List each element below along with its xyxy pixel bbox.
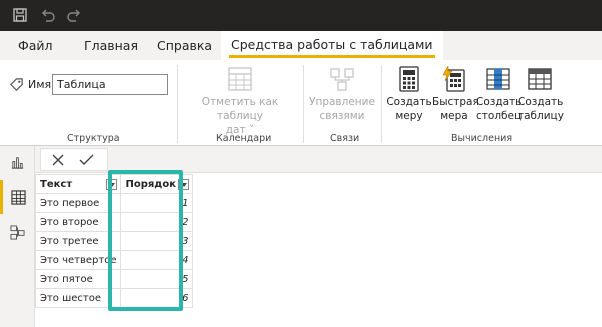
new-measure-button[interactable]: Создать меру	[386, 66, 432, 123]
table-row: Это четвертое 4	[34, 250, 194, 270]
column-header-order[interactable]: Порядок	[120, 174, 194, 194]
new-table-icon	[528, 68, 552, 90]
cell-order[interactable]: 2	[120, 212, 194, 232]
tag-icon	[10, 78, 23, 91]
undo-icon[interactable]	[40, 7, 56, 23]
table-header-row: Текст Порядок	[34, 174, 194, 194]
cell-text[interactable]: Это третее	[34, 231, 122, 251]
quick-measure-line2: мера	[440, 110, 468, 122]
ribbon-separator	[381, 65, 382, 143]
cell-order[interactable]: 1	[120, 193, 194, 213]
calculator-icon	[399, 66, 419, 92]
group-label-calendars: Календари	[216, 133, 272, 144]
ribbon-separator	[177, 65, 178, 143]
manage-relationships-button[interactable]: Управление связями	[306, 66, 378, 123]
ribbon-tabs: Файл Главная Справка Средства работы с т…	[0, 31, 602, 60]
cell-order[interactable]: 6	[120, 288, 194, 308]
data-view: Текст Порядок Это первое 1 Это второе 2 …	[34, 146, 602, 327]
filter-dropdown-icon[interactable]	[106, 179, 118, 190]
manage-label-line1: Управление	[309, 96, 375, 108]
column-header-text[interactable]: Текст	[34, 174, 122, 194]
ribbon-separator	[303, 65, 304, 143]
new-column-icon	[486, 68, 510, 90]
cell-text[interactable]: Это первое	[34, 193, 122, 213]
new-table-button[interactable]: Создать таблицу	[518, 66, 564, 123]
title-bar	[0, 0, 602, 31]
formula-bar	[35, 146, 602, 173]
column-header-label: Текст	[40, 178, 73, 190]
new-table-line1: Создать	[518, 96, 564, 108]
group-label-calculations: Вычисления	[451, 133, 513, 144]
quick-measure-button[interactable]: Быстрая мера	[432, 66, 479, 123]
view-switcher	[0, 146, 35, 327]
save-icon[interactable]	[12, 7, 28, 23]
checkmark-icon[interactable]	[79, 153, 94, 167]
table-row: Это третее 3	[34, 231, 194, 251]
calendar-icon	[228, 67, 252, 91]
tab-help[interactable]: Справка	[157, 38, 212, 53]
manage-label-line2: связями	[319, 110, 365, 122]
cell-text[interactable]: Это четвертое	[34, 250, 122, 270]
quick-measure-icon	[442, 66, 465, 92]
bar-chart-icon	[11, 157, 24, 169]
ribbon: Имя Структура Отметить как таблицу дат ˅…	[0, 60, 602, 146]
column-header-label: Порядок	[125, 178, 177, 190]
model-view-button[interactable]	[0, 215, 35, 249]
new-column-button[interactable]: Создать столбец	[476, 66, 522, 123]
cell-text[interactable]: Это второе	[34, 212, 122, 232]
redo-icon[interactable]	[66, 7, 82, 23]
table-name-input[interactable]	[52, 74, 168, 95]
tab-home[interactable]: Главная	[84, 38, 138, 53]
group-label-relations: Связи	[330, 133, 360, 144]
relationships-icon	[330, 68, 354, 91]
new-column-line1: Создать	[476, 96, 522, 108]
cell-order[interactable]: 4	[120, 250, 194, 270]
name-label: Имя	[28, 78, 52, 91]
mark-label-line1: Отметить как таблицу	[201, 96, 279, 122]
quick-measure-line1: Быстрая	[432, 96, 479, 108]
cell-order[interactable]: 5	[120, 269, 194, 289]
group-label-structure: Структура	[67, 133, 120, 144]
new-table-line2: таблицу	[518, 110, 564, 122]
model-icon	[10, 225, 25, 240]
table-row: Это пятое 5	[34, 269, 194, 289]
mark-as-date-table-button[interactable]: Отметить как таблицу дат ˅	[184, 66, 296, 137]
cell-text[interactable]: Это шестое	[34, 288, 122, 308]
data-table: Текст Порядок Это первое 1 Это второе 2 …	[34, 174, 194, 308]
new-measure-line2: меру	[395, 110, 423, 122]
table-row: Это первое 1	[34, 193, 194, 213]
report-view-button[interactable]	[0, 146, 35, 180]
new-measure-line1: Создать	[386, 96, 432, 108]
formula-actions	[40, 148, 108, 171]
cell-text[interactable]: Это пятое	[34, 269, 122, 289]
filter-dropdown-icon[interactable]	[178, 179, 190, 190]
table-grid-icon	[11, 190, 26, 205]
data-view-button[interactable]	[0, 180, 35, 214]
table-row: Это второе 2	[34, 212, 194, 232]
tab-file[interactable]: Файл	[18, 38, 53, 53]
new-column-line2: столбец	[476, 110, 522, 122]
table-row: Это шестое 6	[34, 288, 194, 308]
close-icon[interactable]	[51, 153, 65, 167]
tab-table-tools[interactable]: Средства работы с таблицами	[221, 31, 443, 60]
cell-order[interactable]: 3	[120, 231, 194, 251]
